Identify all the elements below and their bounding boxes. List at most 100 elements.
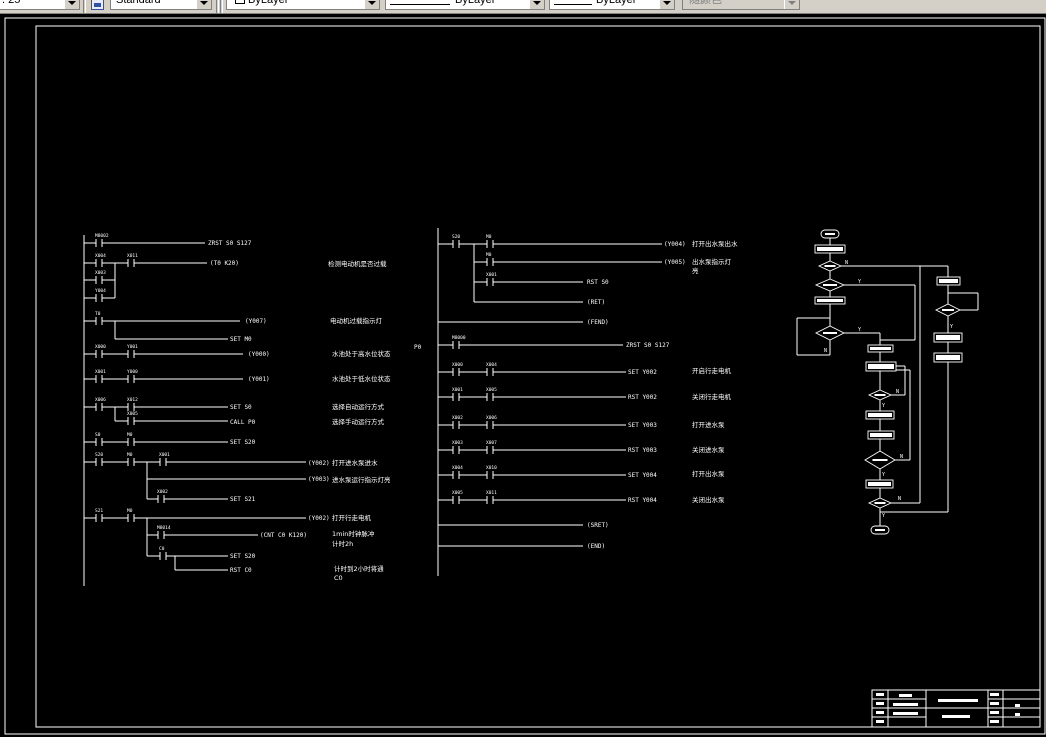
comment-text: 水池处于高水位状态 <box>332 349 391 358</box>
contact-gap <box>127 261 135 265</box>
ladder-contact: X011 <box>486 490 497 504</box>
instruction-text: RST Y003 <box>628 447 657 454</box>
flowchart-process-box <box>865 479 894 489</box>
title-block-text-bar <box>876 720 884 723</box>
contact-label: X011 <box>486 490 497 496</box>
drawing-area[interactable]: M8002 X004 X011 X003 Y004 T0 X000 Y001 X001 Y000 X… <box>0 14 1046 737</box>
box-text-bar <box>870 347 891 350</box>
drawing-canvas[interactable]: M8002 X004 X011 X003 Y004 T0 X000 Y001 X001 Y000 X… <box>0 14 1046 737</box>
contact-label: X005 <box>452 490 463 496</box>
lineweight-sample-icon <box>554 4 592 5</box>
flowchart-decision <box>817 260 843 272</box>
contact-gap <box>452 498 460 502</box>
comment-text: 检测电动机是否过载 <box>328 259 387 268</box>
contact-label: M0 <box>127 452 133 458</box>
flowchart-process-box <box>867 344 894 353</box>
flowchart-branch-label: Y <box>858 327 861 333</box>
contact-gap <box>486 498 494 502</box>
decision-text-bar <box>824 265 836 267</box>
flowchart-process-box <box>865 361 897 372</box>
contact-gap <box>157 533 165 537</box>
ladder-contact: X001 <box>486 272 497 286</box>
ladder-contact: X002 <box>157 489 168 503</box>
instruction-text: (Y003) <box>308 476 330 483</box>
instruction-text: (Y007) <box>245 318 267 325</box>
text-style-dropdown[interactable]: Standard <box>110 0 212 10</box>
ladder-contact: M0 <box>127 432 135 446</box>
title-block-text-bar <box>1015 704 1020 707</box>
toolbar-separator <box>83 0 86 13</box>
ladder-contact: X005 <box>486 387 497 401</box>
ladder-contact: X011 <box>127 253 138 267</box>
contact-gap <box>159 460 167 464</box>
comment-text: 出水泵指示灯 <box>692 257 732 266</box>
text-style-icon[interactable] <box>91 0 104 10</box>
instruction-text: CALL P0 <box>230 419 256 426</box>
scale-dropdown[interactable]: . 25 <box>0 0 80 10</box>
chevron-down-icon[interactable] <box>64 0 79 9</box>
subroutine-pointer-label: P0 <box>414 344 422 351</box>
comment-text: 打开出水泵 <box>692 469 725 478</box>
contact-gap <box>486 280 494 284</box>
flowchart-decision <box>867 497 893 509</box>
decision-text-bar <box>874 394 886 396</box>
contact-label: X011 <box>127 253 138 259</box>
decision-text-bar <box>942 309 954 311</box>
contact-label: M0 <box>127 508 133 514</box>
contact-label: X004 <box>95 253 106 259</box>
instruction-text: ZRST S0 S127 <box>208 240 252 247</box>
ladder-contact: M0 <box>486 234 494 248</box>
contact-label: X004 <box>486 362 497 368</box>
contact-label: S20 <box>95 452 103 458</box>
flowchart-decision <box>864 450 896 470</box>
contact-label: X002 <box>157 489 168 495</box>
ladder-contact: X005 <box>452 490 463 504</box>
flowchart-branch-label: Y <box>950 324 953 330</box>
comment-text: 打开行走电机 <box>332 513 372 522</box>
ladder-contact: X006 <box>486 415 497 429</box>
title-block-text-bar <box>876 711 884 714</box>
box-text-bar <box>817 247 843 251</box>
ladder-contact: X002 <box>452 415 463 429</box>
ladder-contact: X010 <box>486 465 497 479</box>
contact-gap <box>452 370 460 374</box>
instruction-text: (FEND) <box>587 319 609 326</box>
flowchart-branch-label: Y <box>882 472 885 478</box>
contact-label: X001 <box>452 387 463 393</box>
comment-text: 关闭出水泵 <box>692 495 725 504</box>
flowchart: N Y Y N N Y N Y N Y Y <box>796 229 979 535</box>
flowchart-branch-label: N <box>896 389 899 395</box>
contact-gap <box>95 278 103 282</box>
contact-gap <box>157 497 165 501</box>
linetype-dropdown[interactable]: ByLayer <box>385 0 545 10</box>
title-block-text-bar <box>1015 713 1020 716</box>
chevron-down-icon[interactable] <box>196 0 211 9</box>
contact-gap <box>486 260 494 264</box>
flowchart-terminal <box>870 525 890 535</box>
ladder-contact: X006 <box>95 397 106 411</box>
contact-label: X003 <box>95 270 106 276</box>
ladder-contact: X000 <box>95 344 106 358</box>
box-text-bar <box>939 279 958 283</box>
title-block-text-bar <box>899 694 912 697</box>
layer-color-dropdown[interactable]: ByLayer <box>226 0 380 10</box>
contact-label: X006 <box>486 415 497 421</box>
comment-text: 关闭进水泵 <box>692 445 725 454</box>
contact-gap <box>95 440 103 444</box>
instruction-text: RST C0 <box>230 567 252 574</box>
chevron-down-icon[interactable] <box>529 0 544 9</box>
ladder-contact: M0 <box>486 252 494 266</box>
lineweight-dropdown[interactable]: ByLayer <box>549 0 675 10</box>
chevron-down-icon[interactable] <box>364 0 379 9</box>
contact-gap <box>127 419 135 423</box>
ladder-contact: X005 <box>127 411 138 425</box>
color-swatch-icon <box>235 0 245 4</box>
box-text-bar <box>868 413 892 417</box>
chevron-down-icon[interactable] <box>659 0 674 9</box>
contact-label: X006 <box>95 397 106 403</box>
title-block-text-bar <box>990 711 999 714</box>
plot-style-value: 随颜色 <box>689 0 722 6</box>
comment-text: C0 <box>334 574 343 582</box>
ladder-contact: S21 <box>95 508 103 522</box>
contact-label: X005 <box>486 387 497 393</box>
